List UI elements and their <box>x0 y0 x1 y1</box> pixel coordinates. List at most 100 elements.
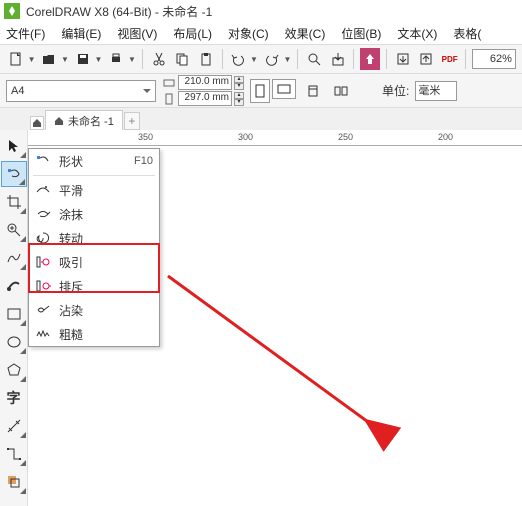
twirl-icon <box>35 230 51 246</box>
ellipse-tool[interactable] <box>1 329 27 355</box>
page-dimensions: 210.0 mm ▴▾ 297.0 mm ▴▾ <box>162 75 244 106</box>
flyout-shortcut: F10 <box>134 155 153 167</box>
connector-tool[interactable] <box>1 441 27 467</box>
flyout-label: 粗糙 <box>59 326 153 343</box>
ruler-tick: 350 <box>138 132 153 142</box>
open-dropdown[interactable]: ▼ <box>61 55 69 64</box>
width-icon <box>162 76 176 90</box>
separator <box>222 49 223 69</box>
cut-button[interactable] <box>149 48 169 70</box>
flyout-label: 沾染 <box>59 302 153 319</box>
artistic-media-tool[interactable] <box>1 273 27 299</box>
menu-table[interactable]: 表格( <box>453 25 481 42</box>
save-dropdown[interactable]: ▼ <box>95 55 103 64</box>
new-button[interactable] <box>6 48 26 70</box>
page-width-input[interactable]: 210.0 mm <box>178 75 232 90</box>
separator <box>297 49 298 69</box>
new-dropdown[interactable]: ▼ <box>28 55 36 64</box>
paste-button[interactable] <box>196 48 216 70</box>
menu-text[interactable]: 文本(X) <box>397 25 437 42</box>
save-button[interactable] <box>73 48 93 70</box>
polygon-tool[interactable] <box>1 357 27 383</box>
flyout-separator <box>33 175 155 176</box>
flyout-label: 涂抹 <box>59 206 153 223</box>
flyout-twirl[interactable]: 转动 <box>29 226 159 250</box>
flyout-label: 排斥 <box>59 278 153 295</box>
publish-button[interactable] <box>360 48 380 70</box>
shape-icon <box>35 153 51 169</box>
page-preset-select[interactable]: A4 <box>6 80 156 102</box>
toolbox: 字 <box>0 130 28 506</box>
menu-view[interactable]: 视图(V) <box>117 25 157 42</box>
width-spinner[interactable]: ▴▾ <box>234 76 244 90</box>
unit-select[interactable]: 毫米 <box>415 81 457 101</box>
attract-icon <box>35 254 51 270</box>
parallel-dim-tool[interactable] <box>1 413 27 439</box>
separator <box>386 49 387 69</box>
export-pdf-button[interactable] <box>416 48 436 70</box>
new-tab-button[interactable]: + <box>124 112 140 130</box>
flyout-smooth[interactable]: 平滑 <box>29 178 159 202</box>
orientation-group <box>250 79 296 103</box>
standard-toolbar: ▼ ▼ ▼ ▼ ▼ ▼ PDF 62% <box>0 44 522 74</box>
import-button[interactable] <box>328 48 348 70</box>
property-bar: A4 210.0 mm ▴▾ 297.0 mm ▴▾ 单位: 毫米 <box>0 74 522 108</box>
flyout-roughen[interactable]: 粗糙 <box>29 322 159 346</box>
flyout-shape[interactable]: 形状 F10 <box>29 149 159 173</box>
shape-tool[interactable] <box>1 161 27 187</box>
redo-button[interactable] <box>262 48 282 70</box>
separator <box>353 49 354 69</box>
menu-edit[interactable]: 编辑(E) <box>61 25 101 42</box>
flyout-label: 吸引 <box>59 254 153 271</box>
workspace: 字 350 300 250 200 形状 F10 平滑 涂抹 转动 <box>0 130 522 506</box>
rectangle-tool[interactable] <box>1 301 27 327</box>
landscape-button[interactable] <box>272 79 296 99</box>
smooth-icon <box>35 182 51 198</box>
copy-button[interactable] <box>172 48 192 70</box>
pages-toggle-1[interactable] <box>302 80 324 102</box>
flyout-smudge[interactable]: 沾染 <box>29 298 159 322</box>
height-icon <box>162 92 176 106</box>
page-height-input[interactable]: 297.0 mm <box>178 91 232 106</box>
undo-button[interactable] <box>228 48 248 70</box>
pdf-icon[interactable]: PDF <box>440 48 460 70</box>
flyout-label: 形状 <box>59 153 126 170</box>
height-spinner[interactable]: ▴▾ <box>234 92 244 106</box>
title-bar: CorelDRAW X8 (64-Bit) - 未命名 -1 <box>0 0 522 22</box>
smear-icon <box>35 206 51 222</box>
zoom-tool[interactable] <box>1 217 27 243</box>
ruler-tick: 200 <box>438 132 453 142</box>
horizontal-ruler: 350 300 250 200 <box>28 130 522 146</box>
text-tool[interactable]: 字 <box>1 385 27 411</box>
menu-effect[interactable]: 效果(C) <box>285 25 326 42</box>
print-button[interactable] <box>106 48 126 70</box>
flyout-label: 转动 <box>59 230 153 247</box>
open-button[interactable] <box>39 48 59 70</box>
flyout-attract[interactable]: 吸引 <box>29 250 159 274</box>
zoom-input[interactable]: 62% <box>472 49 516 69</box>
flyout-repel[interactable]: 排斥 <box>29 274 159 298</box>
freehand-tool[interactable] <box>1 245 27 271</box>
document-tab[interactable]: 未命名 -1 <box>45 110 123 130</box>
welcome-tab[interactable] <box>30 116 44 130</box>
flyout-smear[interactable]: 涂抹 <box>29 202 159 226</box>
crop-tool[interactable] <box>1 189 27 215</box>
pages-toggle-2[interactable] <box>330 80 352 102</box>
pick-tool[interactable] <box>1 133 27 159</box>
menu-file[interactable]: 文件(F) <box>6 25 45 42</box>
redo-dropdown[interactable]: ▼ <box>283 55 291 64</box>
menu-bar: 文件(F) 编辑(E) 视图(V) 布局(L) 对象(C) 效果(C) 位图(B… <box>0 22 522 44</box>
ruler-tick: 300 <box>238 132 253 142</box>
repel-icon <box>35 278 51 294</box>
portrait-button[interactable] <box>250 79 270 103</box>
drop-shadow-tool[interactable] <box>1 469 27 495</box>
search-button[interactable] <box>304 48 324 70</box>
export-button[interactable] <box>393 48 413 70</box>
menu-object[interactable]: 对象(C) <box>228 25 269 42</box>
separator <box>465 49 466 69</box>
menu-bitmap[interactable]: 位图(B) <box>341 25 381 42</box>
flyout-label: 平滑 <box>59 182 153 199</box>
undo-dropdown[interactable]: ▼ <box>250 55 258 64</box>
print-dropdown[interactable]: ▼ <box>128 55 136 64</box>
menu-layout[interactable]: 布局(L) <box>173 25 212 42</box>
